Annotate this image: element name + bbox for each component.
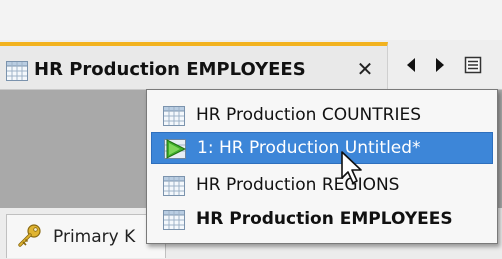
- popup-item-label: HR Production REGIONS: [196, 175, 400, 195]
- play-worksheet-icon: [164, 139, 186, 159]
- table-grid-icon: [163, 210, 185, 230]
- tab-hr-production-employees[interactable]: HR Production EMPLOYEES ✕: [0, 42, 388, 89]
- tab-switcher-popup: HR Production COUNTRIES 1: HR Production…: [146, 89, 498, 244]
- table-grid-icon: [163, 176, 185, 196]
- popup-item-employees[interactable]: HR Production EMPLOYEES: [151, 204, 493, 236]
- triangle-right-icon[interactable]: [434, 57, 446, 73]
- popup-item-countries[interactable]: HR Production COUNTRIES: [151, 100, 493, 132]
- popup-item-label: 1: HR Production Untitled*: [197, 138, 421, 158]
- subtab-label: Primary K: [53, 227, 136, 247]
- triangle-left-icon[interactable]: [405, 57, 417, 73]
- popup-item-untitled-worksheet[interactable]: 1: HR Production Untitled*: [151, 132, 493, 164]
- popup-item-label: HR Production COUNTRIES: [196, 105, 422, 125]
- mouse-pointer-icon: [341, 151, 362, 184]
- document-list-icon[interactable]: [464, 56, 482, 74]
- tab-title: HR Production EMPLOYEES: [34, 59, 306, 80]
- editor-tab-row: HR Production EMPLOYEES ✕: [0, 40, 502, 90]
- popup-item-regions[interactable]: HR Production REGIONS: [151, 170, 493, 202]
- key-icon: [18, 224, 41, 247]
- close-icon[interactable]: ✕: [354, 58, 376, 80]
- table-grid-icon: [163, 106, 185, 126]
- table-grid-icon: [6, 61, 28, 81]
- tab-primary-key[interactable]: Primary K: [6, 214, 166, 258]
- top-toolbar-strip: [0, 0, 502, 40]
- popup-item-label: HR Production EMPLOYEES: [196, 209, 453, 229]
